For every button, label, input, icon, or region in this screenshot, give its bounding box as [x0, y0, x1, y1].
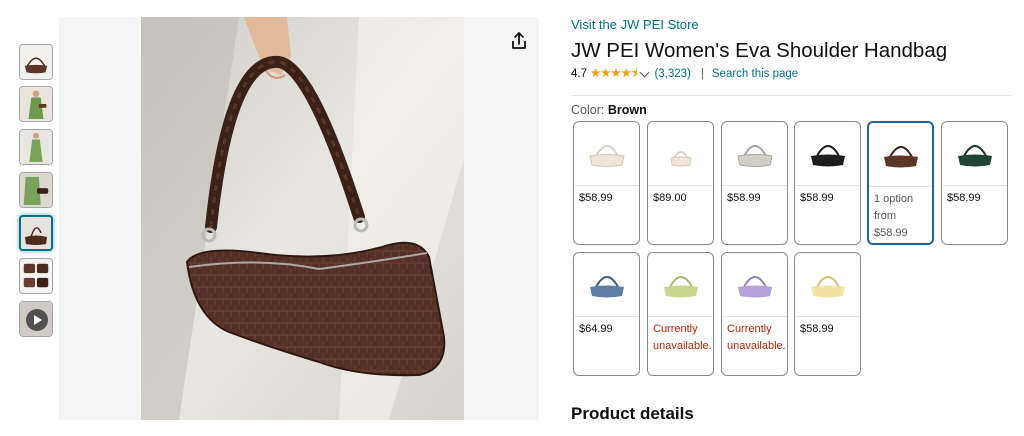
price-line-1: Currently [727, 323, 772, 335]
model-green-dress-side-thumbnail-icon [20, 130, 52, 164]
price-line-2: unavailable. [727, 340, 786, 352]
search-this-page-link[interactable]: Search this page [712, 68, 798, 80]
main-product-image[interactable] [59, 17, 539, 420]
handbag-black-icon [810, 144, 845, 166]
swatch-price: $58.99 [947, 192, 981, 204]
swatch-price: Currently unavailable. [727, 321, 786, 355]
handbag-details-thumbnail-icon [20, 259, 52, 293]
price-line-3: $58.99 [874, 227, 908, 239]
separator: | [700, 68, 704, 80]
swatch-image [648, 253, 713, 317]
swatch-image [869, 123, 932, 187]
rating-row: 4.7 ★★★★⯨ (3,323) | Search this page [571, 66, 798, 81]
handbag-thumbnail-icon [20, 45, 52, 79]
handbag-hand-thumbnail-icon [21, 217, 51, 249]
color-swatch-dark-green[interactable]: $58.99 [941, 121, 1008, 245]
product-title: JW PEI Women's Eva Shoulder Handbag [571, 39, 948, 62]
color-swatch-black[interactable]: $58.99 [794, 121, 861, 245]
swatch-price: Currently unavailable. [653, 321, 712, 355]
swatch-price: $58.99 [579, 192, 613, 204]
handbag-denim-blue-icon [589, 275, 624, 297]
handbag-light-green-icon [663, 275, 698, 297]
color-swatch-light-green[interactable]: Currently unavailable. [647, 252, 714, 376]
thumbnail-5[interactable] [19, 215, 53, 251]
handbag-main-image [59, 17, 539, 420]
thumbnail-1[interactable] [19, 44, 53, 80]
price-line-1: Currently [653, 323, 698, 335]
handbag-butter-yellow-icon [810, 275, 845, 297]
swatch-image [648, 122, 713, 186]
swatch-image [574, 122, 639, 186]
swatch-price: 1 option from $58.99 [874, 191, 932, 242]
price-line-2: unavailable. [653, 340, 712, 352]
color-swatch-ivory-crystal[interactable]: $89.00 [647, 121, 714, 245]
swatch-image [795, 122, 860, 186]
swatch-image [942, 122, 1007, 186]
color-swatch-brown[interactable]: 1 option from $58.99 [867, 121, 934, 245]
rating-count-link[interactable]: (3,323) [654, 68, 690, 80]
handbag-lilac-icon [737, 275, 772, 297]
model-green-dress-thumbnail-icon [20, 87, 52, 121]
swatch-price: $58.99 [800, 192, 834, 204]
color-selection-label: Color: Brown [571, 103, 647, 117]
thumbnail-4[interactable] [19, 172, 53, 208]
color-swatch-lilac[interactable]: Currently unavailable. [721, 252, 788, 376]
swatch-image [795, 253, 860, 317]
swatch-image [722, 122, 787, 186]
swatch-price: $58.99 [800, 323, 834, 335]
color-label: Color: [571, 103, 605, 117]
color-swatch-cream[interactable]: $58.99 [573, 121, 640, 245]
play-icon [26, 309, 48, 331]
handbag-brown-icon [883, 145, 918, 167]
swatch-price: $64.99 [579, 323, 613, 335]
handbag-dark-green-icon [957, 144, 992, 166]
chevron-down-icon[interactable] [640, 67, 650, 78]
thumbnail-7-video[interactable] [19, 301, 53, 337]
swatch-price: $58.99 [727, 192, 761, 204]
thumbnail-6[interactable] [19, 258, 53, 294]
color-swatch-butter-yellow[interactable]: $58.99 [794, 252, 861, 376]
swatch-image [722, 253, 787, 317]
color-swatch-light-grey[interactable]: $58.99 [721, 121, 788, 245]
price-line-1: 1 option [874, 193, 914, 205]
divider [571, 95, 1011, 96]
model-holding-bag-thumbnail-icon [20, 173, 52, 207]
color-swatch-denim-blue[interactable]: $64.99 [573, 252, 640, 376]
thumbnail-2[interactable] [19, 86, 53, 122]
handbag-cream-icon [588, 144, 625, 167]
share-icon[interactable] [508, 30, 530, 52]
star-rating-icon[interactable]: ★★★★⯨ [590, 64, 637, 85]
swatch-price: $89.00 [653, 192, 687, 204]
handbag-ivory-crystal-icon [669, 150, 692, 166]
price-line-2: from [874, 210, 896, 222]
handbag-light-grey-icon [736, 144, 773, 167]
rating-value: 4.7 [571, 68, 587, 80]
store-link[interactable]: Visit the JW PEI Store [571, 17, 699, 32]
product-details-heading: Product details [571, 404, 694, 423]
thumbnail-3[interactable] [19, 129, 53, 165]
swatch-image [574, 253, 639, 317]
color-value: Brown [607, 103, 647, 117]
